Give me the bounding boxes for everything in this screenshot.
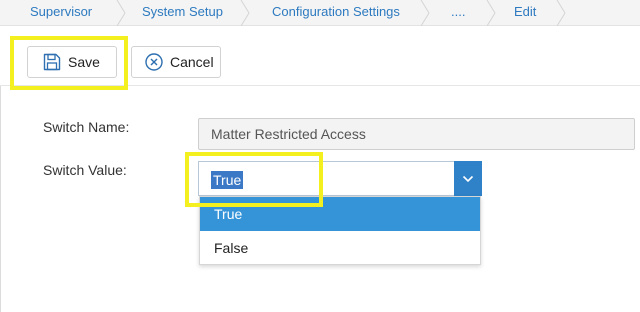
switch-value-selected: True — [211, 171, 244, 189]
panel-border — [0, 86, 1, 312]
switch-name-field: Matter Restricted Access — [198, 118, 635, 150]
switch-value-label: Switch Value: — [43, 162, 127, 178]
switch-value-select[interactable]: True — [198, 161, 482, 196]
toolbar: Save Cancel — [0, 26, 640, 86]
cancel-button[interactable]: Cancel — [131, 46, 221, 78]
breadcrumb-system-setup[interactable]: System Setup — [142, 0, 223, 26]
breadcrumb-separator-icon — [420, 0, 430, 26]
breadcrumb-ellipsis[interactable]: .... — [451, 0, 465, 26]
switch-value-dropdown: True False — [199, 196, 481, 265]
breadcrumb-separator-icon — [116, 0, 126, 26]
option-true[interactable]: True — [200, 197, 480, 231]
breadcrumb-separator-icon — [240, 0, 250, 26]
breadcrumb-separator-icon — [556, 0, 566, 26]
switch-name-label: Switch Name: — [43, 119, 130, 135]
save-button[interactable]: Save — [27, 46, 117, 78]
breadcrumb: Supervisor System Setup Configuration Se… — [0, 0, 640, 26]
cancel-icon — [144, 52, 164, 72]
breadcrumb-separator-icon — [486, 0, 496, 26]
breadcrumb-configuration-settings[interactable]: Configuration Settings — [272, 0, 400, 26]
chevron-down-icon[interactable] — [454, 161, 482, 196]
cancel-button-label: Cancel — [170, 54, 214, 70]
save-icon — [42, 52, 62, 72]
breadcrumb-edit[interactable]: Edit — [514, 0, 536, 26]
save-button-label: Save — [68, 54, 100, 70]
breadcrumb-supervisor[interactable]: Supervisor — [30, 0, 92, 26]
option-false[interactable]: False — [200, 231, 480, 265]
